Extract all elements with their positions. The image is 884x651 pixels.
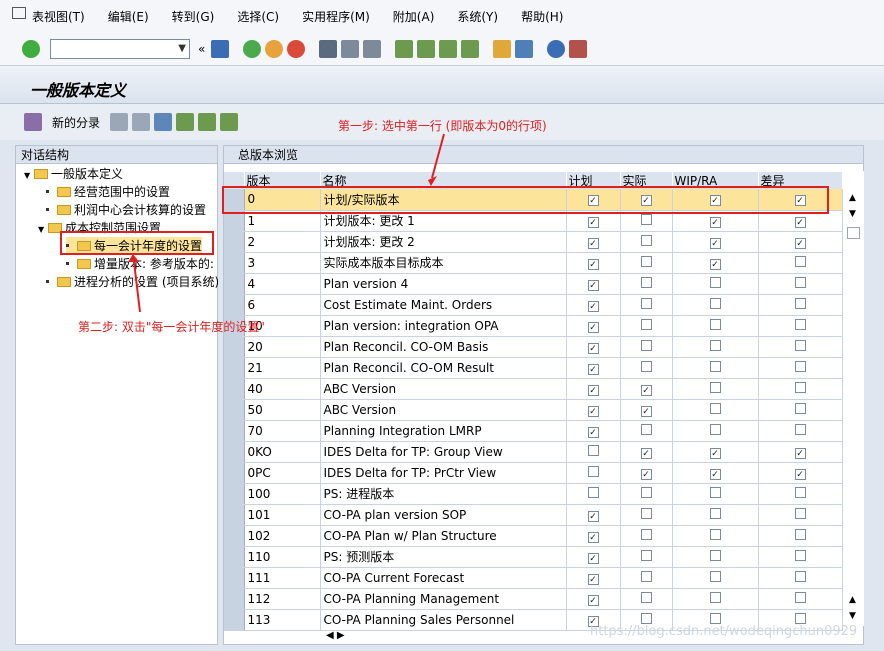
annotation-arrows [128,133,445,313]
watermark: https://blog.csdn.net/wodeqingchun0929 [590,624,858,639]
